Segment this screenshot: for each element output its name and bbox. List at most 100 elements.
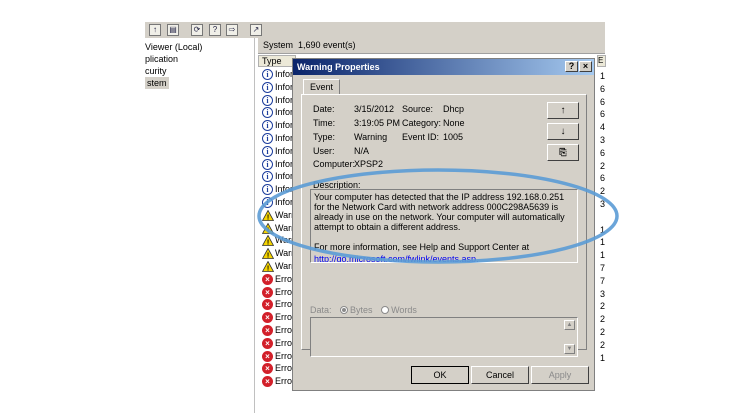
help-button[interactable]: ? bbox=[565, 61, 578, 72]
new-window-icon[interactable]: ↗ bbox=[250, 24, 262, 36]
event-type: Infor bbox=[275, 197, 294, 207]
user-label: User: bbox=[313, 146, 335, 156]
source-label: Source: bbox=[402, 104, 434, 114]
error-icon: × bbox=[262, 273, 273, 285]
info-icon: i bbox=[262, 197, 273, 208]
event-type: Infor bbox=[275, 107, 294, 118]
time-value: 3:19:05 PM bbox=[354, 118, 401, 128]
event-id-cell: 7 bbox=[600, 263, 606, 273]
event-type: Infor bbox=[275, 81, 294, 92]
tree-item-system[interactable]: stem bbox=[145, 77, 169, 89]
scroll-down-icon[interactable]: ▼ bbox=[564, 344, 575, 354]
column-header-type[interactable]: Type bbox=[258, 55, 296, 67]
tab-event[interactable]: Event bbox=[303, 79, 340, 95]
warning-icon: ! bbox=[261, 247, 275, 260]
more-info-text: For more information, see Help and Suppo… bbox=[314, 242, 530, 252]
info-icon: i bbox=[262, 158, 273, 170]
arrow-down-icon: ↓ bbox=[560, 126, 566, 137]
event-type: Infor bbox=[275, 158, 294, 169]
help-link[interactable]: http://go.microsoft.com/fwlink/events.as… bbox=[314, 254, 574, 262]
error-icon: × bbox=[262, 286, 273, 298]
event-id-cell: 1 bbox=[600, 352, 606, 363]
event-id-cell: 6 bbox=[600, 83, 606, 94]
type-label: Type: bbox=[313, 132, 336, 142]
bytes-label: Bytes bbox=[350, 305, 373, 315]
time-label: Time: bbox=[313, 118, 336, 128]
warning-properties-dialog: Warning Properties ? × Event Date: 3/15/… bbox=[292, 58, 595, 391]
list-header: System 1,690 event(s) bbox=[258, 38, 605, 54]
event-id-cell: 6 bbox=[600, 96, 606, 107]
error-icon: × bbox=[262, 376, 273, 388]
error-icon: × bbox=[262, 350, 273, 362]
event-id-label: Event ID: bbox=[402, 132, 440, 142]
words-label: Words bbox=[391, 305, 417, 315]
warning-icon: ! bbox=[261, 209, 275, 221]
scroll-up-icon[interactable]: ▲ bbox=[564, 320, 575, 330]
event-type: Infor bbox=[275, 133, 294, 143]
source-value: Dhcp bbox=[443, 104, 465, 114]
event-type: Infor bbox=[275, 94, 294, 105]
event-id-cell: 6 bbox=[600, 147, 606, 158]
dialog-title: Warning Properties bbox=[297, 62, 380, 72]
log-name: System bbox=[263, 40, 294, 50]
close-button[interactable]: × bbox=[579, 61, 592, 72]
info-icon: i bbox=[262, 81, 273, 93]
warning-icon: ! bbox=[261, 260, 275, 273]
info-icon: i bbox=[262, 107, 273, 119]
error-icon: × bbox=[262, 363, 273, 375]
next-event-button[interactable]: ↓ bbox=[547, 123, 579, 140]
date-value: 3/15/2012 bbox=[354, 104, 395, 114]
event-id-cell: 1 bbox=[600, 250, 606, 261]
event-type: Infor bbox=[275, 184, 294, 195]
copy-button[interactable]: ⎘ bbox=[547, 144, 579, 161]
computer-label: Computer: bbox=[313, 159, 356, 169]
words-radio[interactable] bbox=[381, 306, 390, 314]
tree-item-event-viewer[interactable]: Viewer (Local) bbox=[145, 41, 202, 53]
event-id-cell: 2 bbox=[600, 301, 606, 312]
event-id-column: 1 6 6 6 4 3 6 2 6 2 3 1 1 1 7 7 3 2 2 2 2 1 bbox=[600, 68, 608, 413]
event-type: Infor bbox=[275, 120, 294, 131]
refresh-icon[interactable]: ⟳ bbox=[191, 24, 203, 36]
dialog-titlebar[interactable]: Warning Properties bbox=[293, 59, 594, 75]
event-id-cell: 2 bbox=[600, 339, 606, 350]
svg-text:!: ! bbox=[267, 214, 269, 221]
error-icon: × bbox=[262, 299, 273, 311]
event-id-cell: 2 bbox=[600, 160, 606, 171]
previous-event-button[interactable]: ↑ bbox=[547, 102, 579, 119]
event-id-cell: 3 bbox=[600, 199, 606, 209]
copy-icon: ⎘ bbox=[559, 147, 567, 157]
properties-icon[interactable]: ▤ bbox=[167, 24, 179, 36]
tree-item-application[interactable]: plication bbox=[145, 53, 178, 65]
bytes-radio[interactable] bbox=[340, 306, 349, 314]
error-icon: × bbox=[262, 337, 273, 349]
cancel-button[interactable]: Cancel bbox=[471, 366, 529, 384]
info-icon: i bbox=[262, 184, 273, 196]
event-id-cell: 6 bbox=[600, 173, 606, 184]
user-value: N/A bbox=[354, 146, 370, 156]
category-label: Category: bbox=[402, 118, 442, 128]
description-box[interactable]: Your computer has detected that the IP a… bbox=[310, 189, 578, 263]
svg-text:!: ! bbox=[267, 266, 269, 273]
event-count: 1,690 event(s) bbox=[298, 40, 356, 50]
event-id-cell: 3 bbox=[600, 288, 606, 299]
event-id-cell: 4 bbox=[600, 122, 606, 133]
category-value: None bbox=[443, 118, 465, 128]
column-header-event[interactable]: E bbox=[597, 55, 606, 67]
computer-value: XPSP2 bbox=[354, 159, 384, 169]
type-value: Warning bbox=[354, 132, 388, 142]
event-id-value: 1005 bbox=[443, 132, 464, 142]
event-type: Infor bbox=[275, 145, 294, 156]
help-icon[interactable]: ? bbox=[209, 24, 221, 36]
event-id-cell: 6 bbox=[600, 109, 606, 120]
data-box[interactable]: ▲ ▼ bbox=[310, 317, 578, 357]
event-id-cell: 2 bbox=[600, 314, 606, 325]
description-text: Your computer has detected that the IP a… bbox=[314, 192, 565, 232]
error-icon: × bbox=[262, 312, 273, 324]
ok-button[interactable]: OK bbox=[410, 365, 470, 385]
apply-button[interactable]: Apply bbox=[531, 366, 589, 384]
event-id-cell: 1 bbox=[600, 71, 606, 81]
event-id-cell: 2 bbox=[600, 327, 606, 337]
tree-item-security[interactable]: curity bbox=[145, 65, 167, 77]
up-icon[interactable]: ↑ bbox=[149, 24, 161, 36]
export-icon[interactable]: ⇨ bbox=[226, 24, 238, 36]
